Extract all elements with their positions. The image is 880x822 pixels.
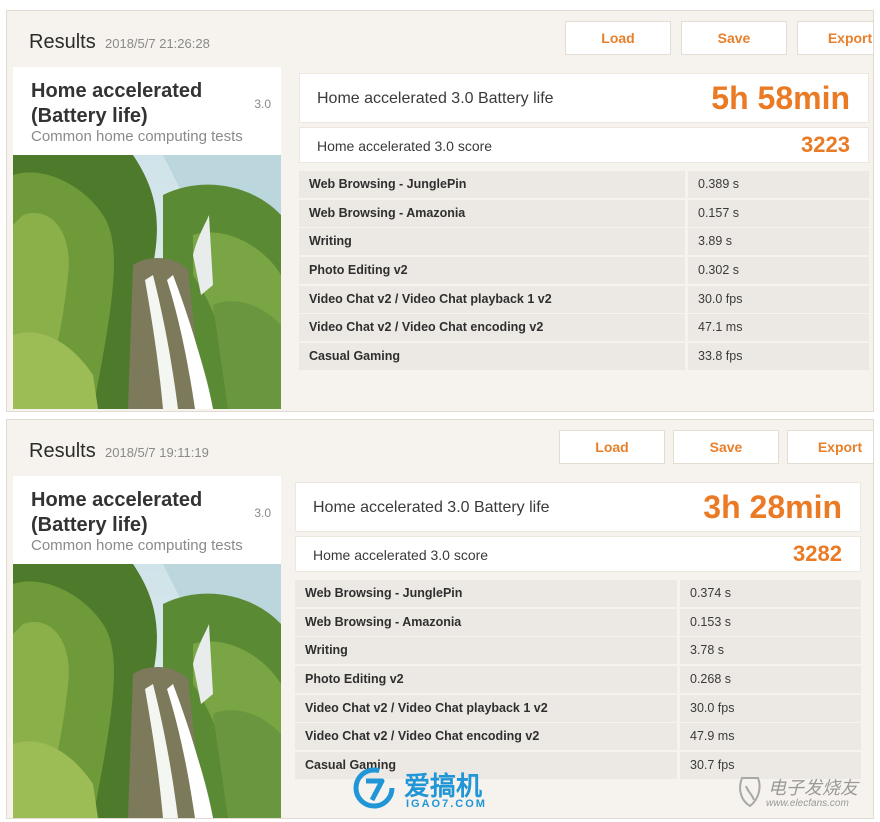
test-name: Home accelerated (Battery life) xyxy=(31,489,203,536)
battery-life-label: Home accelerated 3.0 Battery life xyxy=(313,499,550,516)
table-row: Web Browsing - Amazonia 0.157 s xyxy=(299,199,869,227)
elecfans-url-text: www.elecfans.com xyxy=(766,798,849,809)
score-value: 3223 xyxy=(801,132,850,157)
battery-life-value: 3h 28min xyxy=(703,489,842,525)
metric-name: Video Chat v2 / Video Chat encoding v2 xyxy=(299,314,685,342)
metric-name: Web Browsing - JunglePin xyxy=(299,171,685,198)
test-description: Common home computing tests xyxy=(31,128,243,145)
table-row: Video Chat v2 / Video Chat playback 1 v2… xyxy=(295,694,861,722)
test-description: Common home computing tests xyxy=(31,537,243,554)
results-date: 2018/5/7 19:11:19 xyxy=(105,445,209,460)
score-value: 3282 xyxy=(793,541,842,566)
metrics-table: Web Browsing - JunglePin 0.389 s Web Brow… xyxy=(299,171,869,372)
metric-value: 0.153 s xyxy=(680,608,861,636)
metric-value: 3.78 s xyxy=(680,637,861,665)
results-detail: Home accelerated 3.0 Battery life 5h 58m… xyxy=(297,71,869,409)
table-row: Web Browsing - JunglePin 0.389 s xyxy=(299,171,869,198)
metric-name: Photo Editing v2 xyxy=(299,257,685,285)
test-info: Home accelerated (Battery life) 3.0 Comm… xyxy=(13,67,281,409)
results-date: 2018/5/7 21:26:28 xyxy=(105,36,210,51)
metric-value: 30.0 fps xyxy=(688,285,869,313)
elecfans-watermark: 电子发烧友 www.elecfans.com xyxy=(736,772,876,816)
metrics-table: Web Browsing - JunglePin 0.374 s Web Brow… xyxy=(295,580,861,781)
battery-life-value: 5h 58min xyxy=(711,80,850,116)
metric-name: Video Chat v2 / Video Chat playback 1 v2 xyxy=(295,694,677,722)
table-row: Video Chat v2 / Video Chat playback 1 v2… xyxy=(299,285,869,313)
metric-name: Photo Editing v2 xyxy=(295,666,677,694)
metric-name: Writing xyxy=(295,637,677,665)
table-row: Casual Gaming 33.8 fps xyxy=(299,343,869,371)
table-row: Web Browsing - Amazonia 0.153 s xyxy=(295,608,861,636)
results-header: Results 2018/5/7 19:11:19 Load Save Expo… xyxy=(7,420,873,472)
metric-name: Web Browsing - Amazonia xyxy=(295,608,677,636)
table-row: Video Chat v2 / Video Chat encoding v2 47… xyxy=(299,314,869,342)
table-row: Photo Editing v2 0.302 s xyxy=(299,257,869,285)
metric-name: Casual Gaming xyxy=(299,343,685,371)
metric-value: 0.157 s xyxy=(688,199,869,227)
test-version: 3.0 xyxy=(254,97,271,111)
results-title: Results xyxy=(29,31,96,53)
results-panel-1: Results 2018/5/7 21:26:28 Load Save Expo… xyxy=(6,10,874,412)
score-label: Home accelerated 3.0 score xyxy=(317,138,493,154)
waterfall-image xyxy=(13,155,281,409)
metric-name: Web Browsing - Amazonia xyxy=(299,199,685,227)
test-name: Home accelerated (Battery life) xyxy=(31,80,203,127)
test-info: Home accelerated (Battery life) 3.0 Comm… xyxy=(13,476,281,818)
metric-name: Video Chat v2 / Video Chat playback 1 v2 xyxy=(299,285,685,313)
metric-value: 47.9 ms xyxy=(680,723,861,751)
metric-name: Web Browsing - JunglePin xyxy=(295,580,677,607)
metric-name: Writing xyxy=(299,228,685,256)
elecfans-logo-icon xyxy=(739,777,761,808)
metric-value: 30.0 fps xyxy=(680,694,861,722)
table-row: Web Browsing - JunglePin 0.374 s xyxy=(295,580,861,607)
metric-value: 0.302 s xyxy=(688,257,869,285)
metric-value: 0.389 s xyxy=(688,171,869,198)
load-button[interactable]: Load xyxy=(565,21,671,55)
waterfall-image xyxy=(13,564,281,818)
table-row: Writing 3.89 s xyxy=(299,228,869,256)
score-box: Home accelerated 3.0 score 3282 xyxy=(295,536,861,572)
table-row: Photo Editing v2 0.268 s xyxy=(295,666,861,694)
table-row: Video Chat v2 / Video Chat encoding v2 47… xyxy=(295,723,861,751)
results-panel-2: Results 2018/5/7 19:11:19 Load Save Expo… xyxy=(6,419,874,819)
save-button[interactable]: Save xyxy=(673,430,779,464)
test-version: 3.0 xyxy=(254,506,271,520)
export-button[interactable]: Export xyxy=(787,430,873,464)
metric-value: 0.374 s xyxy=(680,580,861,607)
igao7-watermark: 爱搞机 IGAO7.COM xyxy=(352,764,532,814)
igao7-english-text: IGAO7.COM xyxy=(406,798,487,810)
battery-life-box: Home accelerated 3.0 Battery life 3h 28m… xyxy=(295,482,861,532)
load-button[interactable]: Load xyxy=(559,430,665,464)
elecfans-chinese-text: 电子发烧友 xyxy=(768,778,858,799)
export-button[interactable]: Export xyxy=(797,21,873,55)
table-row: Writing 3.78 s xyxy=(295,637,861,665)
battery-life-box: Home accelerated 3.0 Battery life 5h 58m… xyxy=(299,73,869,123)
results-title: Results xyxy=(29,440,96,462)
save-button[interactable]: Save xyxy=(681,21,787,55)
metric-value: 3.89 s xyxy=(688,228,869,256)
score-label: Home accelerated 3.0 score xyxy=(313,547,489,563)
metric-value: 33.8 fps xyxy=(688,343,869,371)
score-box: Home accelerated 3.0 score 3223 xyxy=(299,127,869,163)
metric-name: Video Chat v2 / Video Chat encoding v2 xyxy=(295,723,677,751)
igao7-logo-icon xyxy=(353,767,395,809)
results-header: Results 2018/5/7 21:26:28 Load Save Expo… xyxy=(7,11,873,63)
battery-life-label: Home accelerated 3.0 Battery life xyxy=(317,90,554,107)
metric-value: 0.268 s xyxy=(680,666,861,694)
metric-value: 47.1 ms xyxy=(688,314,869,342)
